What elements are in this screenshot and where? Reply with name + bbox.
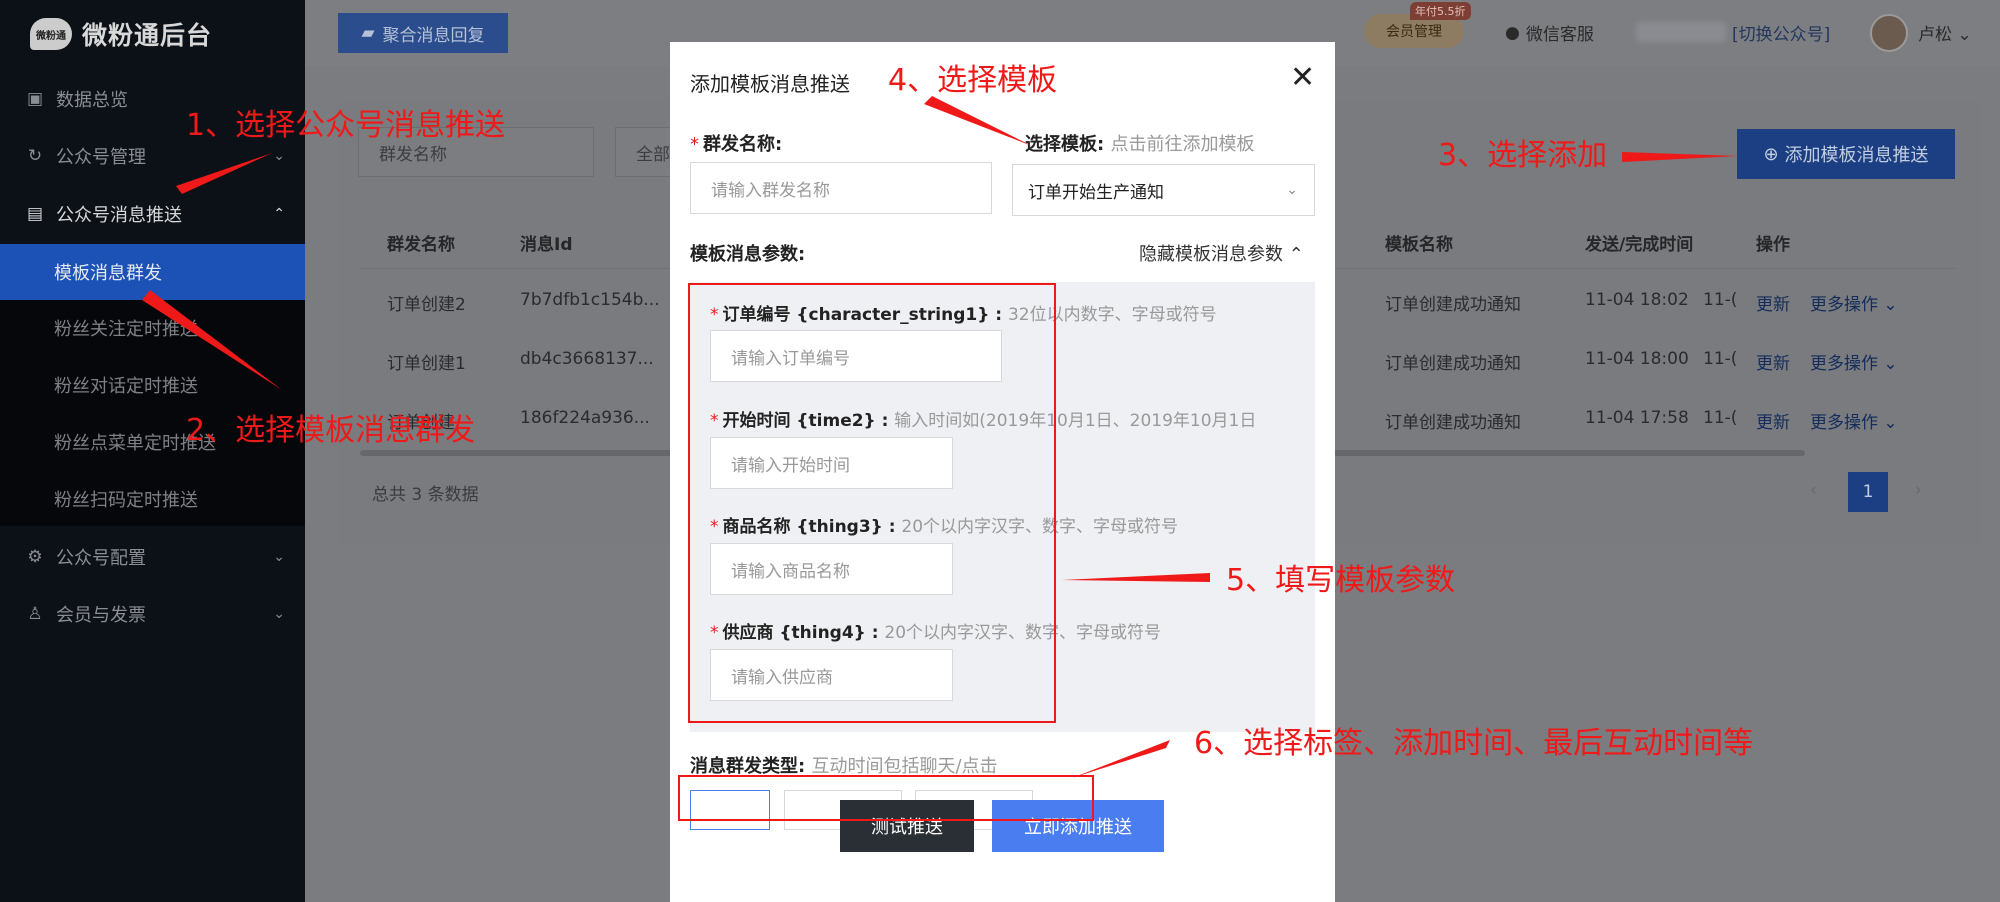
cell-msgid: 7b7dfb1c154b... (520, 290, 660, 310)
close-icon[interactable]: ✕ (1290, 60, 1315, 95)
sidebar-subitem-follow-push[interactable]: 粉丝关注定时推送 (0, 300, 305, 356)
annotation-step-3: 3、选择添加 (1438, 138, 1608, 173)
wechat-service-link[interactable]: ● 微信客服 (1505, 20, 1594, 46)
annotation-box-params (688, 283, 1056, 723)
more-actions-link[interactable]: 更多操作 ⌄ (1810, 349, 1898, 374)
annotation-box-send-type (678, 775, 1094, 821)
chevron-down-icon: ⌄ (273, 549, 285, 565)
annotation-step-2: 2、选择模板消息群发 (186, 413, 476, 448)
chevron-down-icon: ⌄ (1957, 25, 1972, 45)
template-selected-value: 订单开始生产通知 (1028, 182, 1164, 203)
cell-msgid: db4c3668137... (520, 349, 654, 369)
app-name: 微粉通后台 (82, 21, 213, 50)
user-menu[interactable]: 卢松 ⌄ (1918, 20, 1972, 45)
cell-template: 订单创建成功通知 (1385, 413, 1521, 433)
chevron-up-icon: ⌃ (273, 206, 285, 222)
update-link[interactable]: 更新 (1756, 408, 1790, 433)
sidebar-item-member-invoice[interactable]: ♙ 会员与发票 ⌄ (0, 586, 305, 642)
prev-page-icon[interactable]: ‹ (1810, 480, 1817, 500)
message-icon: ▤ (26, 204, 44, 224)
user-icon: ♙ (27, 604, 43, 624)
sidebar-item-message-push[interactable]: ▤ 公众号消息推送 ⌃ (0, 186, 305, 242)
aggregate-reply-button[interactable]: ▰ 聚合消息回复 (338, 13, 508, 53)
cell-template: 订单创建成功通知 (1385, 295, 1521, 315)
cell-name: 订单创建2 (387, 295, 466, 315)
col-header-name: 群发名称 (387, 235, 455, 255)
annotation-step-6: 6、选择标签、添加时间、最后互动时间等 (1194, 726, 1754, 761)
cell-time: 11-04 17:58 (1585, 408, 1689, 428)
total-count: 总共 3 条数据 (372, 485, 479, 505)
gear-icon: ⚙ (27, 547, 43, 567)
sidebar-item-label: 公众号配置 (56, 548, 146, 569)
col-header-template: 模板名称 (1385, 235, 1453, 255)
chevron-down-icon: ⌄ (1878, 354, 1898, 374)
col-header-time: 发送/完成时间 (1585, 235, 1694, 255)
cell-time-tail: 11-( (1703, 290, 1738, 310)
col-header-actions: 操作 (1756, 235, 1790, 255)
group-name-label: * 群发名称: (690, 134, 783, 155)
cell-time-tail: 11-( (1703, 408, 1738, 428)
switch-account-link[interactable]: [切换公众号] (1732, 20, 1830, 45)
cell-time-tail: 11-( (1703, 349, 1738, 369)
app-logo[interactable]: 微粉通 微粉通后台 (30, 14, 212, 54)
update-link[interactable]: 更新 (1756, 349, 1790, 374)
col-header-msgid: 消息Id (520, 235, 573, 255)
chevron-down-icon: ⌄ (273, 148, 285, 164)
sidebar-item-label: 公众号管理 (56, 147, 146, 168)
sidebar-item-label: 公众号消息推送 (56, 205, 182, 226)
sidebar-item-label: 会员与发票 (56, 605, 146, 626)
cell-time: 11-04 18:00 (1585, 349, 1689, 369)
logo-icon: 微粉通 (30, 18, 72, 50)
more-actions-link[interactable]: 更多操作 ⌄ (1810, 290, 1898, 315)
chat-bubble-icon: ▰ (361, 23, 375, 43)
add-template-push-label: 添加模板消息推送 (1784, 145, 1929, 166)
modal-title: 添加模板消息推送 (690, 72, 850, 96)
sidebar-item-label: 数据总览 (56, 90, 128, 111)
update-link[interactable]: 更新 (1756, 290, 1790, 315)
hide-params-toggle[interactable]: 隐藏模板消息参数 ⌃ (1139, 240, 1304, 266)
user-name: 卢松 (1918, 25, 1952, 45)
more-actions-link[interactable]: 更多操作 ⌄ (1810, 408, 1898, 433)
chevron-down-icon: ⌄ (1286, 182, 1298, 198)
add-template-push-button[interactable]: ⊕ 添加模板消息推送 (1737, 129, 1955, 179)
template-hint-link[interactable]: 点击前往添加模板 (1110, 134, 1254, 155)
wechat-icon: ● (1505, 22, 1520, 43)
refresh-icon: ↻ (27, 146, 43, 166)
account-name-blurred (1636, 22, 1726, 42)
sidebar-subitem-scan-push[interactable]: 粉丝扫码定时推送 (0, 471, 305, 527)
avatar[interactable] (1870, 14, 1908, 52)
chevron-up-icon: ⌃ (1288, 244, 1304, 265)
aggregate-reply-label: 聚合消息回复 (382, 25, 485, 46)
chevron-down-icon: ⌄ (1878, 295, 1898, 315)
annotation-step-4: 4、选择模板 (888, 63, 1058, 98)
page-button-current[interactable]: 1 (1848, 472, 1888, 512)
template-select-label: 选择模板: 点击前往添加模板 (1025, 134, 1255, 155)
filter-status-select[interactable]: 全部 (615, 127, 675, 177)
wechat-service-label: 微信客服 (1525, 25, 1594, 45)
chevron-down-icon: ⌄ (273, 606, 285, 622)
annotation-step-5: 5、填写模板参数 (1226, 563, 1456, 598)
template-select[interactable]: 订单开始生产通知 ⌄ (1012, 164, 1315, 216)
cell-time: 11-04 18:02 (1585, 290, 1689, 310)
cell-template: 订单创建成功通知 (1385, 354, 1521, 374)
sidebar-subitem-template-mass[interactable]: 模板消息群发 (0, 244, 305, 300)
required-mark: * (690, 134, 699, 155)
group-name-input[interactable]: 请输入群发名称 (690, 162, 992, 214)
plus-circle-icon: ⊕ (1763, 143, 1779, 165)
params-label: 模板消息参数: (690, 244, 806, 265)
next-page-icon[interactable]: › (1915, 480, 1922, 500)
sidebar-item-account-config[interactable]: ⚙ 公众号配置 ⌄ (0, 529, 305, 585)
discount-badge: 年付5.5折 (1410, 2, 1471, 20)
annotation-step-1: 1、选择公众号消息推送 (186, 108, 506, 143)
cell-msgid: 186f224a936... (520, 408, 650, 428)
chart-icon: ▣ (26, 89, 44, 109)
cell-name: 订单创建1 (387, 354, 466, 374)
chevron-down-icon: ⌄ (1878, 413, 1898, 433)
